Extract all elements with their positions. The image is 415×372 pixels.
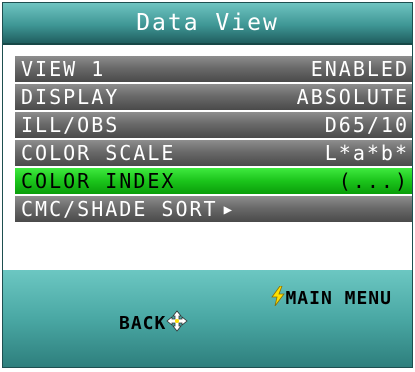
main-menu-softkey[interactable]: MAIN MENU — [271, 285, 392, 311]
menu-row-value: ABSOLUTE — [296, 85, 409, 109]
menu-row-value: ENABLED — [310, 57, 409, 81]
settings-menu: VIEW 1 ENABLED DISPLAY ABSOLUTE ILL/OBS … — [15, 56, 412, 224]
main-menu-label: MAIN MENU — [285, 288, 392, 309]
menu-row-label: ILL/OBS — [21, 113, 120, 137]
softkey-bar: MAIN MENU BACK — [3, 270, 412, 367]
four-way-arrow-icon — [166, 310, 188, 337]
title-bar: Data View — [3, 3, 412, 45]
menu-row-label: COLOR SCALE — [21, 141, 176, 165]
menu-row-label-wrap: CMC/SHADE SORT ▶ — [21, 197, 234, 221]
menu-row-color-scale[interactable]: COLOR SCALE L*a*b* — [15, 140, 412, 166]
menu-row-label: VIEW 1 — [21, 57, 106, 81]
menu-row-value: D65/10 — [324, 113, 409, 137]
menu-row-ill-obs[interactable]: ILL/OBS D65/10 — [15, 112, 412, 138]
menu-row-view-1[interactable]: VIEW 1 ENABLED — [15, 56, 412, 82]
back-softkey[interactable]: BACK — [119, 310, 188, 337]
menu-row-label: COLOR INDEX — [21, 169, 176, 193]
menu-row-display[interactable]: DISPLAY ABSOLUTE — [15, 84, 412, 110]
menu-row-cmc-shade-sort[interactable]: CMC/SHADE SORT ▶ — [15, 196, 412, 222]
menu-row-value: (...) — [338, 169, 409, 193]
menu-row-color-index[interactable]: COLOR INDEX (...) — [15, 168, 412, 194]
menu-row-label: CMC/SHADE SORT — [21, 197, 218, 221]
menu-row-label: DISPLAY — [21, 85, 120, 109]
back-label: BACK — [119, 313, 167, 334]
menu-row-value: L*a*b* — [324, 141, 409, 165]
device-screen: Data View VIEW 1 ENABLED DISPLAY ABSOLUT… — [2, 2, 413, 368]
lightning-icon — [271, 285, 286, 311]
page-title: Data View — [136, 10, 279, 36]
right-triangle-icon: ▶ — [223, 202, 235, 218]
